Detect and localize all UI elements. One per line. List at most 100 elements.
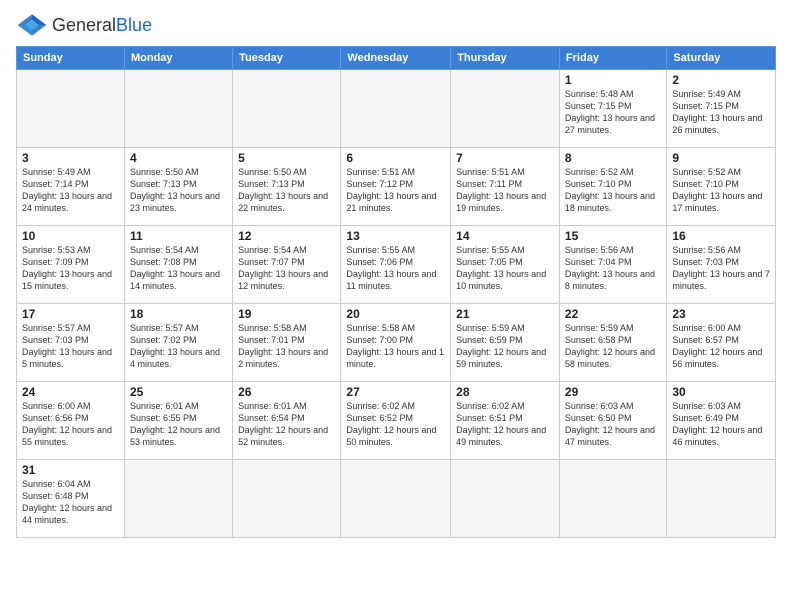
calendar-day-cell <box>233 70 341 148</box>
calendar-day-cell: 2Sunrise: 5:49 AMSunset: 7:15 PMDaylight… <box>667 70 776 148</box>
calendar-day-cell <box>451 460 560 538</box>
day-info: Sunrise: 5:58 AMSunset: 7:01 PMDaylight:… <box>238 322 335 371</box>
day-number: 25 <box>130 385 227 399</box>
day-info: Sunrise: 6:01 AMSunset: 6:55 PMDaylight:… <box>130 400 227 449</box>
day-number: 20 <box>346 307 445 321</box>
calendar-day-cell: 19Sunrise: 5:58 AMSunset: 7:01 PMDayligh… <box>233 304 341 382</box>
calendar-day-cell: 25Sunrise: 6:01 AMSunset: 6:55 PMDayligh… <box>124 382 232 460</box>
calendar-day-cell: 18Sunrise: 5:57 AMSunset: 7:02 PMDayligh… <box>124 304 232 382</box>
day-info: Sunrise: 5:53 AMSunset: 7:09 PMDaylight:… <box>22 244 119 293</box>
day-number: 29 <box>565 385 661 399</box>
day-number: 31 <box>22 463 119 477</box>
calendar-day-cell: 1Sunrise: 5:48 AMSunset: 7:15 PMDaylight… <box>559 70 666 148</box>
day-info: Sunrise: 5:52 AMSunset: 7:10 PMDaylight:… <box>672 166 770 215</box>
calendar-day-cell: 6Sunrise: 5:51 AMSunset: 7:12 PMDaylight… <box>341 148 451 226</box>
day-number: 15 <box>565 229 661 243</box>
day-info: Sunrise: 5:51 AMSunset: 7:11 PMDaylight:… <box>456 166 554 215</box>
day-number: 17 <box>22 307 119 321</box>
day-info: Sunrise: 5:50 AMSunset: 7:13 PMDaylight:… <box>130 166 227 215</box>
calendar-day-cell: 20Sunrise: 5:58 AMSunset: 7:00 PMDayligh… <box>341 304 451 382</box>
calendar-day-cell <box>124 70 232 148</box>
calendar-week-row: 24Sunrise: 6:00 AMSunset: 6:56 PMDayligh… <box>17 382 776 460</box>
day-number: 14 <box>456 229 554 243</box>
day-number: 3 <box>22 151 119 165</box>
day-info: Sunrise: 5:54 AMSunset: 7:07 PMDaylight:… <box>238 244 335 293</box>
header: GeneralBlue <box>16 12 776 38</box>
day-info: Sunrise: 6:00 AMSunset: 6:57 PMDaylight:… <box>672 322 770 371</box>
logo-blue: Blue <box>116 15 152 35</box>
day-info: Sunrise: 5:48 AMSunset: 7:15 PMDaylight:… <box>565 88 661 137</box>
calendar-day-cell: 27Sunrise: 6:02 AMSunset: 6:52 PMDayligh… <box>341 382 451 460</box>
calendar-day-cell: 22Sunrise: 5:59 AMSunset: 6:58 PMDayligh… <box>559 304 666 382</box>
day-info: Sunrise: 5:49 AMSunset: 7:15 PMDaylight:… <box>672 88 770 137</box>
day-number: 16 <box>672 229 770 243</box>
day-info: Sunrise: 6:02 AMSunset: 6:52 PMDaylight:… <box>346 400 445 449</box>
day-number: 24 <box>22 385 119 399</box>
day-number: 12 <box>238 229 335 243</box>
calendar-day-cell: 13Sunrise: 5:55 AMSunset: 7:06 PMDayligh… <box>341 226 451 304</box>
calendar-week-row: 17Sunrise: 5:57 AMSunset: 7:03 PMDayligh… <box>17 304 776 382</box>
day-number: 6 <box>346 151 445 165</box>
day-info: Sunrise: 5:58 AMSunset: 7:00 PMDaylight:… <box>346 322 445 371</box>
calendar-day-cell: 23Sunrise: 6:00 AMSunset: 6:57 PMDayligh… <box>667 304 776 382</box>
calendar-day-cell <box>451 70 560 148</box>
logo-general: General <box>52 15 116 35</box>
calendar-table: SundayMondayTuesdayWednesdayThursdayFrid… <box>16 46 776 538</box>
day-info: Sunrise: 5:57 AMSunset: 7:03 PMDaylight:… <box>22 322 119 371</box>
weekday-header: Sunday <box>17 47 125 70</box>
day-info: Sunrise: 6:03 AMSunset: 6:50 PMDaylight:… <box>565 400 661 449</box>
day-number: 21 <box>456 307 554 321</box>
calendar-header-row: SundayMondayTuesdayWednesdayThursdayFrid… <box>17 47 776 70</box>
weekday-header: Thursday <box>451 47 560 70</box>
weekday-header: Saturday <box>667 47 776 70</box>
calendar-day-cell: 4Sunrise: 5:50 AMSunset: 7:13 PMDaylight… <box>124 148 232 226</box>
calendar-day-cell <box>341 460 451 538</box>
calendar-day-cell: 12Sunrise: 5:54 AMSunset: 7:07 PMDayligh… <box>233 226 341 304</box>
calendar-day-cell: 11Sunrise: 5:54 AMSunset: 7:08 PMDayligh… <box>124 226 232 304</box>
logo-text: GeneralBlue <box>52 15 152 36</box>
day-info: Sunrise: 5:56 AMSunset: 7:03 PMDaylight:… <box>672 244 770 293</box>
day-info: Sunrise: 6:04 AMSunset: 6:48 PMDaylight:… <box>22 478 119 527</box>
calendar-day-cell: 16Sunrise: 5:56 AMSunset: 7:03 PMDayligh… <box>667 226 776 304</box>
calendar-day-cell: 29Sunrise: 6:03 AMSunset: 6:50 PMDayligh… <box>559 382 666 460</box>
day-info: Sunrise: 5:59 AMSunset: 6:58 PMDaylight:… <box>565 322 661 371</box>
calendar-day-cell: 24Sunrise: 6:00 AMSunset: 6:56 PMDayligh… <box>17 382 125 460</box>
day-number: 26 <box>238 385 335 399</box>
day-info: Sunrise: 5:56 AMSunset: 7:04 PMDaylight:… <box>565 244 661 293</box>
calendar-day-cell: 5Sunrise: 5:50 AMSunset: 7:13 PMDaylight… <box>233 148 341 226</box>
weekday-header: Friday <box>559 47 666 70</box>
page: GeneralBlue SundayMondayTuesdayWednesday… <box>0 0 792 612</box>
calendar-day-cell: 28Sunrise: 6:02 AMSunset: 6:51 PMDayligh… <box>451 382 560 460</box>
day-info: Sunrise: 5:55 AMSunset: 7:06 PMDaylight:… <box>346 244 445 293</box>
calendar-day-cell <box>559 460 666 538</box>
day-number: 30 <box>672 385 770 399</box>
calendar-day-cell <box>124 460 232 538</box>
day-number: 5 <box>238 151 335 165</box>
calendar-day-cell: 9Sunrise: 5:52 AMSunset: 7:10 PMDaylight… <box>667 148 776 226</box>
day-number: 4 <box>130 151 227 165</box>
day-number: 23 <box>672 307 770 321</box>
day-number: 22 <box>565 307 661 321</box>
calendar-day-cell: 30Sunrise: 6:03 AMSunset: 6:49 PMDayligh… <box>667 382 776 460</box>
calendar-day-cell: 14Sunrise: 5:55 AMSunset: 7:05 PMDayligh… <box>451 226 560 304</box>
logo-icon <box>16 12 48 38</box>
calendar-day-cell <box>667 460 776 538</box>
day-info: Sunrise: 5:54 AMSunset: 7:08 PMDaylight:… <box>130 244 227 293</box>
calendar-body: 1Sunrise: 5:48 AMSunset: 7:15 PMDaylight… <box>17 70 776 538</box>
day-number: 8 <box>565 151 661 165</box>
day-number: 9 <box>672 151 770 165</box>
day-info: Sunrise: 5:52 AMSunset: 7:10 PMDaylight:… <box>565 166 661 215</box>
day-number: 7 <box>456 151 554 165</box>
day-info: Sunrise: 6:00 AMSunset: 6:56 PMDaylight:… <box>22 400 119 449</box>
calendar-day-cell: 7Sunrise: 5:51 AMSunset: 7:11 PMDaylight… <box>451 148 560 226</box>
day-number: 10 <box>22 229 119 243</box>
calendar-day-cell: 17Sunrise: 5:57 AMSunset: 7:03 PMDayligh… <box>17 304 125 382</box>
day-info: Sunrise: 5:49 AMSunset: 7:14 PMDaylight:… <box>22 166 119 215</box>
day-number: 19 <box>238 307 335 321</box>
day-info: Sunrise: 5:51 AMSunset: 7:12 PMDaylight:… <box>346 166 445 215</box>
day-info: Sunrise: 5:59 AMSunset: 6:59 PMDaylight:… <box>456 322 554 371</box>
calendar-week-row: 10Sunrise: 5:53 AMSunset: 7:09 PMDayligh… <box>17 226 776 304</box>
weekday-header: Monday <box>124 47 232 70</box>
day-info: Sunrise: 6:02 AMSunset: 6:51 PMDaylight:… <box>456 400 554 449</box>
calendar-day-cell: 10Sunrise: 5:53 AMSunset: 7:09 PMDayligh… <box>17 226 125 304</box>
